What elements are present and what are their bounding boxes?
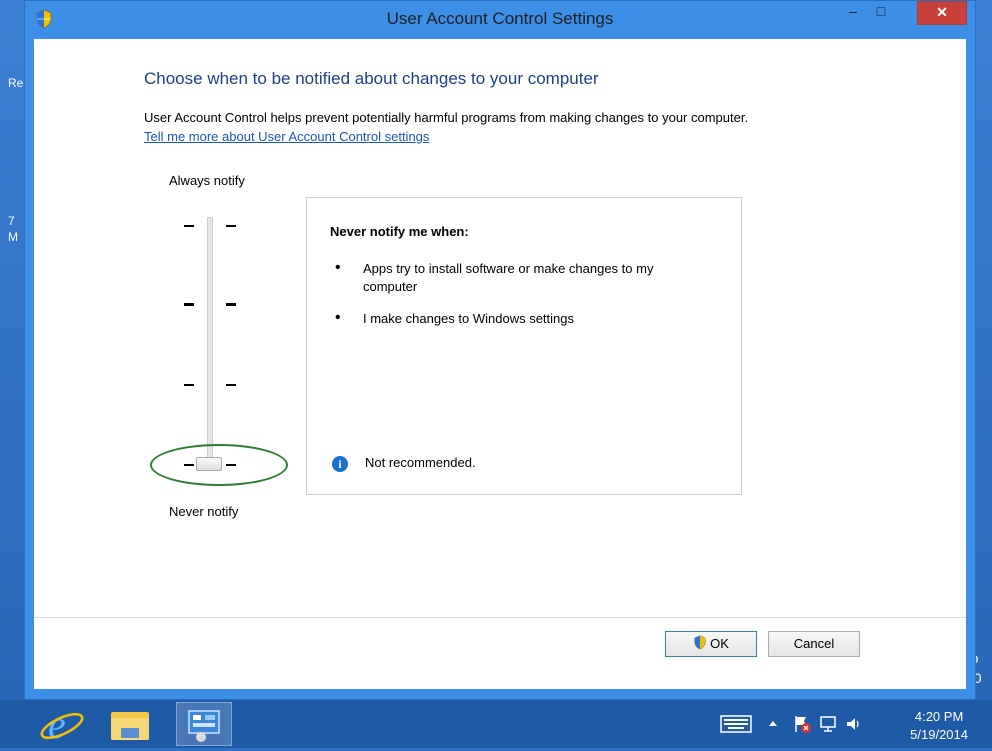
list-item: Apps try to install software or make cha… — [329, 259, 709, 296]
taskbar-clock[interactable]: 4:20 PM 5/19/2014 — [910, 708, 968, 744]
network-icon[interactable] — [818, 714, 838, 734]
slider-tick — [184, 303, 194, 306]
slider-bottom-label: Never notify — [169, 504, 239, 519]
uac-settings-taskbar-button[interactable] — [176, 702, 232, 746]
slider-tick — [184, 384, 194, 386]
slider-tick — [226, 225, 236, 227]
panel-bullet-list: Apps try to install software or make cha… — [329, 259, 709, 342]
window-content: Choose when to be notified about changes… — [34, 39, 966, 689]
info-icon: i — [332, 456, 348, 472]
highlight-annotation-ring — [150, 444, 288, 486]
slider-track[interactable] — [207, 217, 213, 465]
desktop-text-fragment: 7 — [8, 214, 15, 228]
ok-button-label: OK — [710, 636, 729, 651]
uac-settings-window: User Account Control Settings – □ ✕ Choo… — [24, 0, 976, 700]
keyboard-icon[interactable] — [720, 714, 752, 734]
recommendation-note: Not recommended. — [365, 455, 476, 470]
clock-time: 4:20 PM — [914, 709, 964, 724]
page-heading: Choose when to be notified about changes… — [144, 69, 599, 88]
uac-shield-icon — [694, 635, 706, 650]
volume-icon[interactable] — [844, 714, 864, 734]
page-description: User Account Control helps prevent poten… — [144, 110, 749, 125]
folder-icon — [111, 712, 149, 740]
file-explorer-taskbar-button[interactable] — [102, 702, 158, 746]
footer-divider — [34, 617, 966, 618]
maximize-button[interactable]: □ — [867, 1, 895, 23]
minimize-button[interactable]: – — [839, 1, 867, 23]
list-item: I make changes to Windows settings — [329, 309, 709, 328]
clock-date: 5/19/2014 — [910, 727, 968, 742]
slider-tick — [184, 225, 194, 227]
internet-explorer-icon: e — [40, 702, 84, 747]
system-tray: 4:20 PM 5/19/2014 — [712, 700, 992, 748]
learn-more-link[interactable]: Tell me more about User Account Control … — [144, 129, 429, 144]
window-title: User Account Control Settings — [386, 9, 614, 28]
action-center-flag-icon[interactable] — [792, 714, 812, 734]
internet-explorer-taskbar-button[interactable]: e — [34, 702, 90, 747]
slider-top-label: Always notify — [169, 173, 245, 188]
desktop-text-fragment: M — [8, 230, 18, 244]
taskbar: e 4:20 PM 5/19/2014 — [0, 700, 992, 748]
desktop-text-fragment: Re — [8, 76, 24, 90]
cancel-button[interactable]: Cancel — [768, 631, 860, 657]
slider-tick — [226, 384, 236, 386]
level-description-panel: Never notify me when: Apps try to instal… — [306, 197, 742, 495]
slider-tick — [226, 303, 236, 306]
title-bar[interactable]: User Account Control Settings – □ ✕ — [25, 1, 975, 39]
show-hidden-icons-icon[interactable] — [768, 718, 778, 728]
close-button[interactable]: ✕ — [917, 1, 967, 25]
ok-button[interactable]: OK — [665, 631, 757, 657]
control-panel-icon — [188, 710, 220, 742]
panel-title: Never notify me when: — [330, 224, 469, 239]
